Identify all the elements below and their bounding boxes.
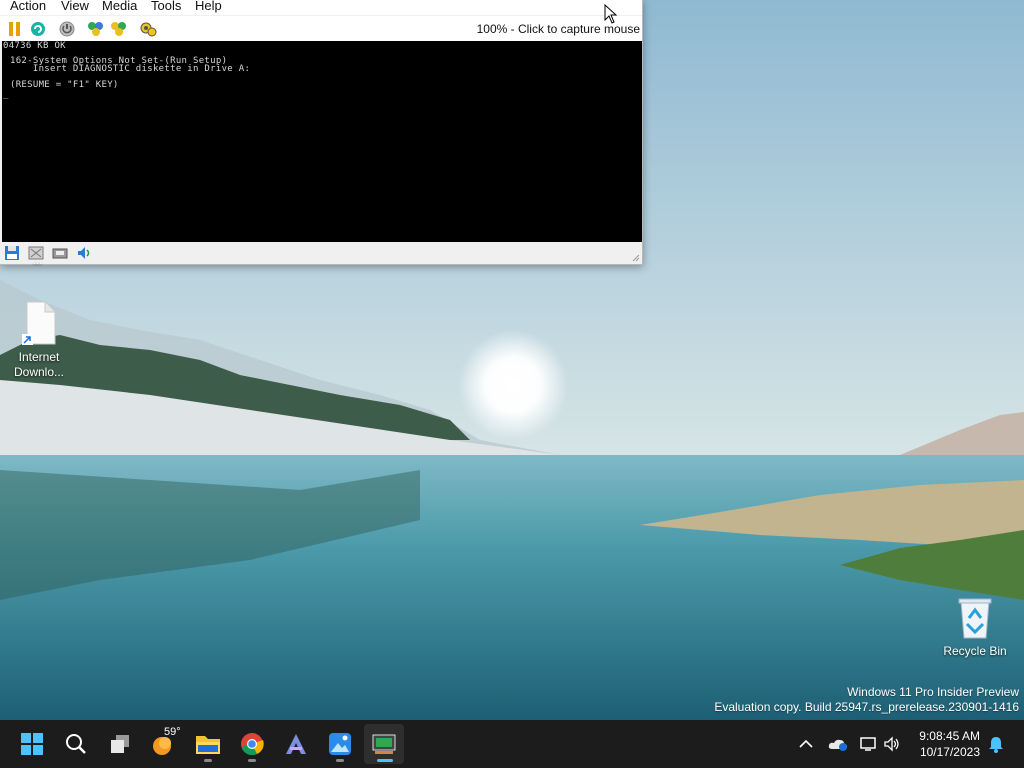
pause-icon[interactable]: [5, 19, 25, 39]
vm-display[interactable]: 04736 KB OK 162-System Options Not Set-(…: [2, 41, 642, 242]
volume-icon[interactable]: [882, 734, 902, 754]
clock-date: 10/17/2023: [919, 745, 980, 759]
taskbar-chrome[interactable]: [232, 724, 272, 764]
internet-download-shortcut[interactable]: Internet Downlo...: [8, 300, 70, 380]
power-icon[interactable]: [57, 19, 77, 39]
menu-bar: Action View Media Tools Help: [0, 0, 642, 15]
active-indicator: [377, 759, 393, 762]
onedrive-icon[interactable]: [828, 734, 848, 754]
clock-time: 9:08:45 AM: [919, 729, 980, 743]
desktop-icon-label: Recycle Bin: [943, 644, 1007, 658]
search-icon: [66, 734, 86, 754]
console-line: (RESUME = "F1" KEY): [10, 80, 119, 90]
taskbar-file-explorer[interactable]: [188, 724, 228, 764]
menu-view[interactable]: View: [61, 0, 89, 13]
watermark-build: Evaluation copy. Build 25947.rs_prerelea…: [714, 700, 1019, 714]
search-button[interactable]: [56, 724, 96, 764]
system-clock[interactable]: 9:08:45 AM 10/17/2023: [919, 728, 980, 760]
sound-icon[interactable]: [76, 245, 92, 261]
windows-logo-icon: [21, 733, 43, 755]
start-button[interactable]: [12, 724, 52, 764]
folder-icon: [196, 736, 220, 754]
weather-temperature: 59°: [164, 726, 181, 738]
settings-icon[interactable]: [138, 19, 158, 39]
task-view-button[interactable]: [100, 724, 140, 764]
photos-icon: [329, 733, 351, 755]
capture-status: 100% - Click to capture mouse: [476, 22, 640, 36]
app-a-icon: [286, 734, 306, 754]
taskbar: 59° 9:08:45 AM 10/17/2023: [0, 720, 1024, 768]
desktop-icon-label: Downlo...: [13, 365, 65, 379]
mouse-cursor-icon: [604, 4, 618, 24]
vm-toolbar: 100% - Click to capture mouse: [0, 16, 642, 41]
taskbar-app[interactable]: [276, 724, 316, 764]
menu-tools[interactable]: Tools: [151, 0, 181, 13]
resize-grip-icon[interactable]: [632, 254, 640, 262]
reset-icon[interactable]: [28, 19, 48, 39]
task-view-icon: [111, 735, 129, 753]
watermark-edition: Windows 11 Pro Insider Preview: [847, 685, 1019, 699]
chevron-up-icon[interactable]: [796, 734, 816, 754]
running-indicator: [336, 759, 344, 762]
partial-desktop-icon-label[interactable]: ...: [0, 256, 75, 266]
desktop-icon-label: Internet: [18, 350, 60, 364]
running-indicator: [204, 759, 212, 762]
emulator-icon: [372, 734, 396, 754]
ctrl-alt-del-icon[interactable]: [86, 19, 106, 39]
chrome-icon: [241, 733, 264, 756]
console-line: Insert DIAGNOSTIC diskette in Drive A:: [10, 64, 251, 74]
console-cursor: _: [3, 90, 9, 100]
console-line: 04736 KB OK: [3, 41, 66, 51]
menu-action[interactable]: Action: [10, 0, 46, 13]
vm-window[interactable]: Action View Media Tools Help 100% - Clic…: [0, 0, 643, 265]
running-indicator: [248, 759, 256, 762]
menu-help[interactable]: Help: [195, 0, 222, 13]
document-file-icon: [22, 301, 56, 345]
notification-bell-icon[interactable]: [986, 734, 1006, 754]
weather-widget[interactable]: 59°: [144, 724, 184, 764]
taskbar-photos[interactable]: [320, 724, 360, 764]
menu-media[interactable]: Media: [102, 0, 137, 13]
windows-watermark: Windows 11 Pro Insider Preview Evaluatio…: [714, 685, 1019, 715]
vm-status-bar: [0, 242, 642, 264]
recycle-bin[interactable]: Recycle Bin: [940, 596, 1010, 659]
save-state-icon[interactable]: [109, 19, 129, 39]
taskbar-86box[interactable]: [364, 724, 404, 764]
network-tray-icon[interactable]: [858, 734, 878, 754]
recycle-bin-icon: [958, 598, 992, 639]
